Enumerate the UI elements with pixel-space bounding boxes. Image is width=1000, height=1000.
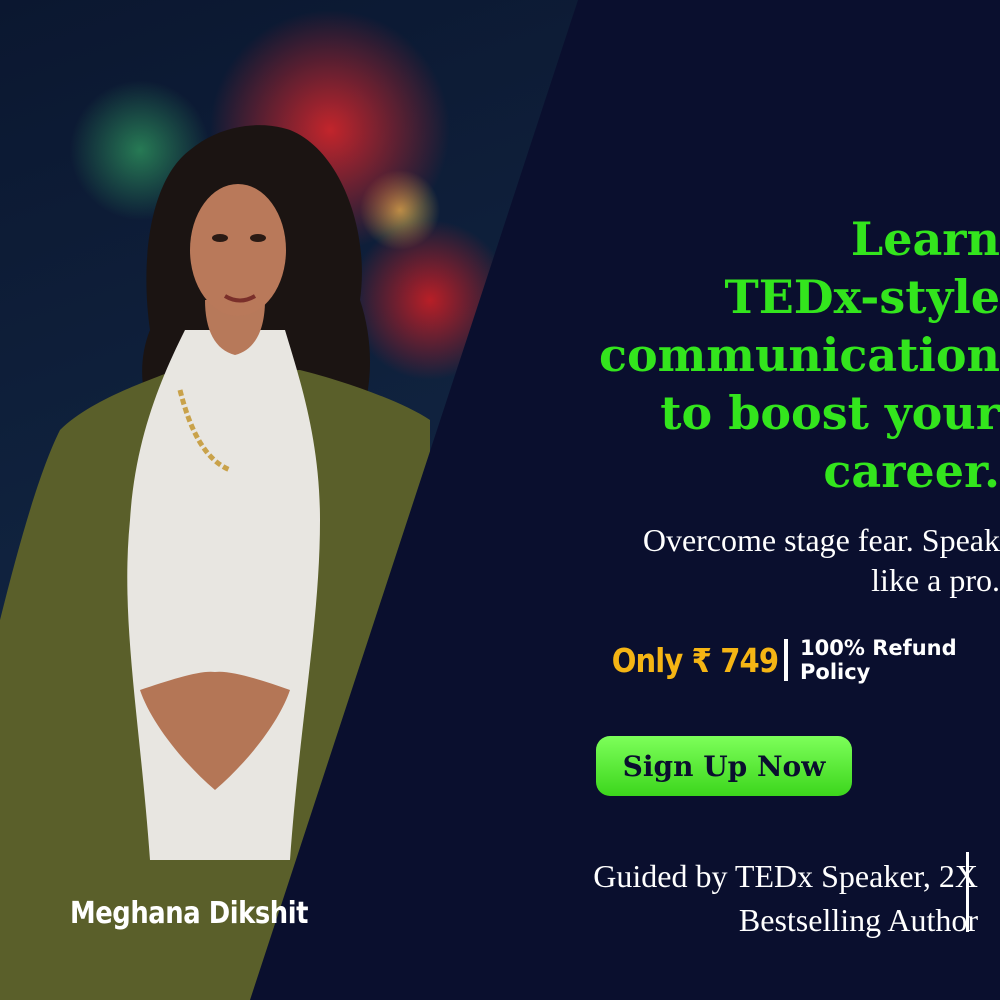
speaker-portrait-illustration <box>0 125 430 1000</box>
ad-banner: Learn TEDx-style communication to boost … <box>0 0 1000 1000</box>
credentials-divider <box>966 852 969 932</box>
headline-line: Learn <box>850 212 1000 266</box>
subhead-line: Overcome stage fear. Speak <box>642 522 1000 558</box>
credentials-line: Guided by TEDx Speaker, 2X <box>593 858 978 894</box>
refund-policy: 100% Refund Policy <box>800 636 986 684</box>
credentials-line: Bestselling Author <box>738 902 978 938</box>
subhead-line: like a pro. <box>871 562 1000 598</box>
refund-line: 100% Refund <box>800 636 957 660</box>
headline-line: to boost your <box>660 386 1000 440</box>
offer-panel <box>516 0 976 1000</box>
headline-line: career. <box>823 444 1000 498</box>
subhead: Overcome stage fear. Speak like a pro. <box>540 520 1000 600</box>
speaker-name: Meghana Dikshit <box>70 896 309 931</box>
refund-line: Policy <box>800 660 871 684</box>
price-row: Only ₹ 749 100% Refund Policy <box>589 636 986 684</box>
headline: Learn TEDx-style communication to boost … <box>540 210 1000 500</box>
headline-line: TEDx-style <box>724 270 1000 324</box>
price-label: Only ₹ 749 <box>611 640 779 680</box>
credentials: Guided by TEDx Speaker, 2X Bestselling A… <box>458 854 978 942</box>
headline-line: communication <box>598 328 1000 382</box>
price-divider <box>784 639 788 681</box>
sign-up-button[interactable]: Sign Up Now <box>596 736 852 796</box>
